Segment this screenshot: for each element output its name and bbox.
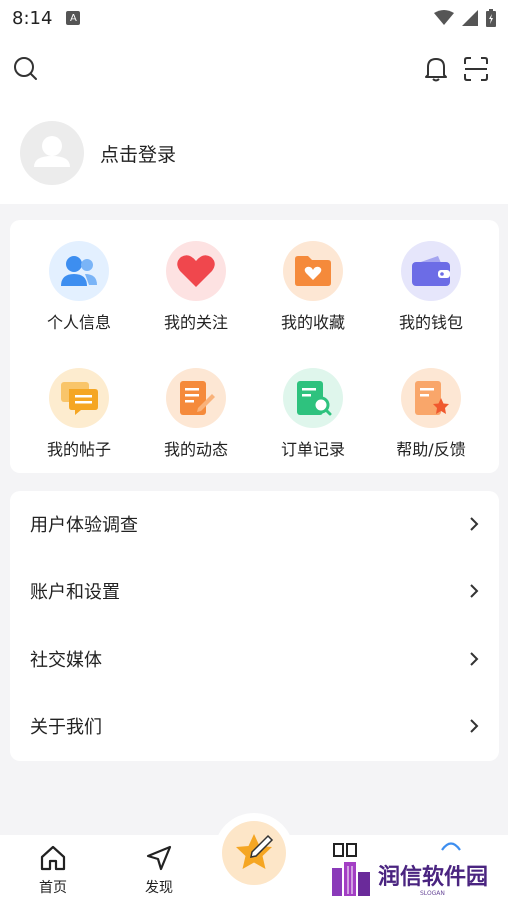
menu-item-wallet[interactable]: 我的钱包 [371, 241, 491, 333]
center-publish-button[interactable] [214, 813, 294, 893]
watermark-text: 润信软件园 [378, 865, 489, 890]
tab-label: 首页 [39, 880, 67, 896]
menu-item-following[interactable]: 我的关注 [136, 241, 256, 333]
folder-heart-icon [283, 241, 343, 301]
menu-item-favorites[interactable]: 我的收藏 [253, 241, 373, 333]
bell-icon[interactable] [424, 56, 448, 82]
status-time: 8:14 [12, 7, 53, 29]
list-item-social-media[interactable]: 社交媒体 [10, 626, 499, 692]
order-search-icon [283, 368, 343, 428]
doc-star-icon [401, 368, 461, 428]
menu-item-label: 帮助/反馈 [396, 440, 466, 459]
battery-icon [486, 9, 496, 27]
watermark-logo: 润信软件园 SLOGAN [330, 858, 508, 898]
menu-item-activity[interactable]: 我的动态 [136, 368, 256, 460]
chevron-right-icon [470, 652, 479, 666]
wifi-icon [434, 10, 454, 25]
menu-item-personal-info[interactable]: 个人信息 [19, 241, 139, 333]
menu-item-label: 我的钱包 [398, 313, 463, 332]
chevron-right-icon [470, 584, 479, 598]
menu-item-label: 我的动态 [163, 440, 228, 459]
search-icon[interactable] [13, 56, 39, 82]
menu-item-label: 个人信息 [46, 313, 111, 332]
a-badge-icon: A [66, 11, 81, 25]
menu-item-orders[interactable]: 订单记录 [253, 368, 373, 460]
default-avatar-icon [34, 136, 70, 167]
star-pen-icon [222, 821, 286, 885]
tab-label: 发现 [145, 880, 173, 896]
navigation-icon [146, 845, 172, 871]
tab-home[interactable]: 首页 [13, 845, 93, 897]
edit-doc-icon [166, 368, 226, 428]
cellular-icon [462, 10, 478, 26]
chevron-right-icon [470, 719, 479, 733]
tab-discover[interactable]: 发现 [119, 845, 199, 897]
scan-icon[interactable] [463, 56, 489, 82]
home-icon [40, 845, 66, 871]
menu-item-label: 我的收藏 [280, 313, 345, 332]
heart-icon [166, 241, 226, 301]
menu-item-label: 我的关注 [163, 313, 228, 332]
building-logo-icon [332, 862, 370, 896]
settings-list-card: 用户体验调查 账户和设置 社交媒体 关于我们 [10, 491, 499, 761]
login-label[interactable]: 点击登录 [100, 140, 176, 167]
status-bar: 8:14 A [0, 0, 508, 36]
list-item-label: 用户体验调查 [30, 515, 138, 536]
menu-item-label: 订单记录 [280, 440, 345, 459]
list-item-label: 账户和设置 [30, 582, 120, 603]
status-indicators [434, 9, 496, 27]
top-bar [0, 36, 508, 102]
chevron-right-icon [470, 517, 479, 531]
watermark-sub: SLOGAN [420, 890, 445, 897]
list-item-label: 社交媒体 [30, 650, 102, 671]
wallet-icon [401, 241, 461, 301]
list-item-about-us[interactable]: 关于我们 [10, 693, 499, 759]
user-info-icon [49, 241, 109, 301]
list-item-label: 关于我们 [30, 717, 102, 738]
list-item-account-settings[interactable]: 账户和设置 [10, 558, 499, 624]
grid-icon[interactable] [333, 843, 357, 857]
menu-item-help-feedback[interactable]: 帮助/反馈 [371, 368, 491, 460]
profile-tab-icon[interactable] [440, 841, 462, 851]
profile-section[interactable]: 点击登录 [0, 102, 508, 204]
list-item-survey[interactable]: 用户体验调查 [10, 491, 499, 557]
menu-grid-card: 个人信息 我的关注 我的收藏 我的钱包 我的帖子 我的动态 订单记录 帮助/反馈 [10, 220, 499, 473]
menu-item-label: 我的帖子 [46, 440, 111, 459]
chat-icon [49, 368, 109, 428]
avatar[interactable] [20, 121, 84, 185]
menu-item-posts[interactable]: 我的帖子 [19, 368, 139, 460]
